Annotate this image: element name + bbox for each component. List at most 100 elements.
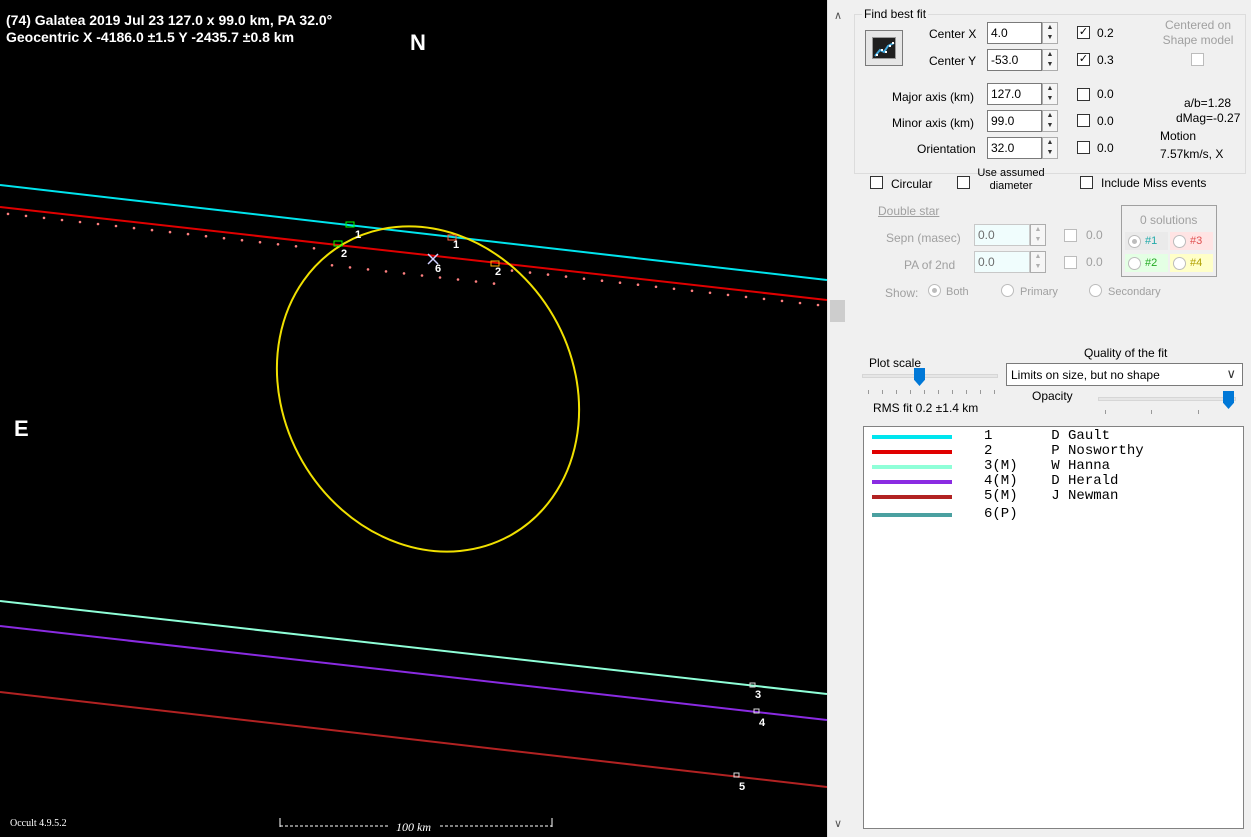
chord-1-line <box>0 184 827 281</box>
major-axis-spinner[interactable]: ▲ ▼ <box>1042 83 1058 105</box>
chord-label-2b: 2 <box>495 266 501 278</box>
dmag-value: dMag=-0.27 <box>1176 111 1241 125</box>
center-y-checkbox[interactable]: ✓ <box>1077 53 1090 66</box>
show-label: Show: <box>885 286 919 300</box>
sepn-checkbox[interactable] <box>1064 229 1077 242</box>
minor-axis-spinner[interactable]: ▲ ▼ <box>1042 110 1058 132</box>
track-dot <box>672 287 676 291</box>
sepn-step: 0.0 <box>1086 228 1103 242</box>
pa-2nd-spinner[interactable]: ▲ ▼ <box>1030 251 1046 273</box>
show-primary-label: Primary <box>1020 286 1058 298</box>
legend-row: 4(M) D Herald <box>864 473 1243 489</box>
track-dot <box>60 218 64 222</box>
quality-label: Quality of the fit <box>1084 346 1168 360</box>
scroll-up-icon[interactable]: ∧ <box>828 6 848 26</box>
scroll-down-icon[interactable]: ∨ <box>828 814 848 834</box>
fit-controls-panel: Find best fit Center X ▲▼ ✓ 0.2 Center Y… <box>848 0 1251 837</box>
minor-axis-checkbox[interactable] <box>1077 114 1090 127</box>
orientation-spinner[interactable]: ▲ ▼ <box>1042 137 1058 159</box>
major-axis-checkbox[interactable] <box>1077 88 1090 101</box>
track-dot <box>384 270 388 273</box>
circular-checkbox[interactable] <box>870 176 883 189</box>
track-dot <box>24 214 28 218</box>
track-dot <box>150 228 154 232</box>
use-assumed-checkbox[interactable] <box>957 176 970 189</box>
track-dot <box>348 266 352 269</box>
pa-2nd-checkbox[interactable] <box>1064 256 1077 269</box>
pa-2nd-input[interactable] <box>974 251 1030 273</box>
motion-value: 7.57km/s, X <box>1160 147 1224 161</box>
track-dot <box>816 303 820 307</box>
plot-scale-thumb[interactable] <box>914 368 925 386</box>
center-y-spinner[interactable]: ▲ ▼ <box>1042 49 1058 71</box>
find-best-fit-button[interactable] <box>865 30 903 66</box>
major-axis-label: Major axis (km) <box>892 90 975 104</box>
show-both-radio[interactable] <box>928 284 941 297</box>
major-axis-step: 0.0 <box>1097 87 1114 101</box>
sepn-input[interactable] <box>974 224 1030 246</box>
orientation-checkbox[interactable] <box>1077 141 1090 154</box>
pa-2nd-step: 0.0 <box>1086 255 1103 269</box>
opacity-track[interactable] <box>1098 397 1236 401</box>
plot-scale-track[interactable] <box>862 374 998 378</box>
track-dot <box>222 236 226 240</box>
centered-on-shape-checkbox[interactable] <box>1191 53 1204 66</box>
track-dot <box>654 285 658 289</box>
chord-label-5: 5 <box>739 781 745 793</box>
scroll-thumb[interactable] <box>830 300 845 322</box>
legend-text: 5(M) J Newman <box>984 488 1119 504</box>
legend-row: 6(P) <box>864 506 1243 522</box>
center-x-spinner[interactable]: ▲ ▼ <box>1042 22 1058 44</box>
show-both-label: Both <box>946 286 969 298</box>
solution-3-radio[interactable] <box>1173 235 1186 248</box>
version-label: Occult 4.9.5.2 <box>10 818 67 829</box>
legend-row: 5(M) J Newman <box>864 488 1243 504</box>
chevron-down-icon: ∨ <box>1226 366 1236 381</box>
circular-label: Circular <box>891 177 933 191</box>
major-axis-input[interactable] <box>987 83 1042 105</box>
track-dot <box>762 297 766 301</box>
occultation-plot[interactable]: 1 2 1 2 6 3 4 5 (74) Galatea 2019 Jul 23… <box>0 0 827 837</box>
chord-label-2a: 2 <box>341 248 347 260</box>
track-dot <box>114 224 118 228</box>
solution-2-radio[interactable] <box>1128 257 1141 270</box>
minor-axis-step: 0.0 <box>1097 114 1114 128</box>
legend-text: 3(M) W Hanna <box>984 458 1111 474</box>
solution-1-radio[interactable] <box>1128 235 1141 248</box>
track-dot <box>492 282 496 285</box>
track-dot <box>582 277 586 281</box>
center-x-input[interactable] <box>987 22 1042 44</box>
track-dot <box>330 264 334 267</box>
observer-legend[interactable]: 1 D Gault 2 P Nosworthy 3(M) W Hanna 4(M… <box>863 426 1244 829</box>
plot-canvas: 1 2 1 2 6 3 4 5 <box>0 184 827 827</box>
legend-text: 4(M) D Herald <box>984 473 1119 489</box>
show-primary-radio[interactable] <box>1001 284 1014 297</box>
legend-line <box>872 480 952 484</box>
plot-vertical-scrollbar[interactable]: ∧ ∨ <box>827 0 847 837</box>
track-dot <box>600 279 604 283</box>
center-x-checkbox[interactable]: ✓ <box>1077 26 1090 39</box>
sepn-spinner[interactable]: ▲ ▼ <box>1030 224 1046 246</box>
orientation-label: Orientation <box>917 142 976 156</box>
include-miss-checkbox[interactable] <box>1080 176 1093 189</box>
solutions-label: 0 solutions <box>1140 213 1198 227</box>
track-dot <box>96 222 100 226</box>
solution-4-radio[interactable] <box>1173 257 1186 270</box>
minor-axis-label: Minor axis (km) <box>892 116 975 130</box>
solution-3-label: #3 <box>1190 235 1203 247</box>
chord-2-line <box>0 206 827 301</box>
center-y-input[interactable] <box>987 49 1042 71</box>
chord-label-4: 4 <box>759 717 766 729</box>
minor-axis-input[interactable] <box>987 110 1042 132</box>
track-dot <box>6 212 10 216</box>
track-dot <box>564 275 568 278</box>
opacity-thumb[interactable] <box>1223 391 1234 409</box>
show-secondary-radio[interactable] <box>1089 284 1102 297</box>
quality-dropdown[interactable]: Limits on size, but no shape ∨ <box>1006 363 1243 386</box>
plot-scale-label: Plot scale <box>869 356 922 370</box>
legend-text: 6(P) <box>984 506 1018 522</box>
fitted-ellipse <box>275 225 581 553</box>
orientation-input[interactable] <box>987 137 1042 159</box>
quality-value: Limits on size, but no shape <box>1011 368 1160 382</box>
plot-title-line1: (74) Galatea 2019 Jul 23 127.0 x 99.0 km… <box>6 12 333 28</box>
